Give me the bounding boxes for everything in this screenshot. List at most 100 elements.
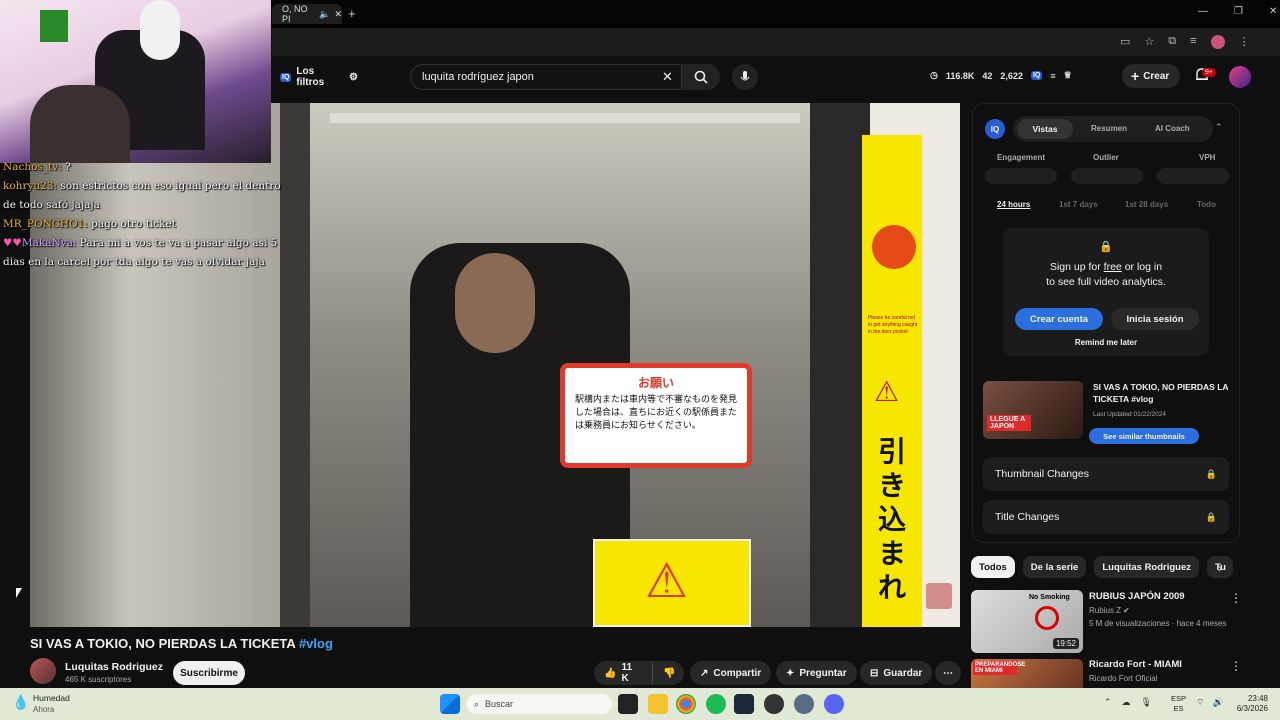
tab-ai-coach[interactable]: AI Coach (1155, 124, 1190, 133)
tray-icons: ⌔ 🔊 (1196, 697, 1224, 708)
video-hashtag[interactable]: #vlog (299, 636, 333, 651)
cast-icon[interactable]: ▭ (1120, 35, 1130, 49)
rec-channel[interactable]: Rubius Z (1089, 606, 1121, 615)
task-view-icon[interactable] (618, 694, 638, 714)
search-button[interactable] (682, 64, 720, 90)
clock-time: 23:48 (1247, 694, 1268, 703)
signup-card: 🔒 Sign up for free or log in to see full… (1003, 228, 1209, 356)
door-frame (280, 103, 310, 627)
save-button[interactable]: ⊟ Guardar (860, 661, 933, 685)
new-tab-icon[interactable]: + (348, 6, 356, 21)
menu-icon[interactable]: ⋮ (1239, 35, 1250, 49)
metric-vph: VPH (1199, 153, 1216, 162)
reading-list-icon[interactable]: ≡ (1190, 35, 1196, 49)
language-indicator[interactable]: ESP ES (1171, 694, 1186, 714)
thumbs-down-icon: 👎 (663, 667, 676, 679)
channel-watermark[interactable] (926, 583, 952, 609)
trophy-icon[interactable]: ♕ (1064, 70, 1072, 81)
clear-search-icon[interactable]: ✕ (662, 69, 673, 85)
search-input[interactable]: luquita rodríguez japon (410, 64, 682, 90)
chevron-right-icon[interactable]: › (1218, 561, 1222, 575)
more-actions-button[interactable]: ⋯ (935, 661, 961, 685)
search-icon: ⌕ (474, 698, 480, 709)
browser-tab[interactable]: O, NO PI 🔈 ✕ (272, 4, 342, 24)
similar-thumbnails-button[interactable]: See similar thumbnails (1089, 428, 1199, 444)
metric-value-blurred (1157, 168, 1229, 184)
bookmark-star-icon[interactable]: ☆ (1144, 35, 1154, 49)
rec-thumbnail[interactable]: PREPARANDOSE EN MIAMI (971, 659, 1083, 688)
tab-close-icon[interactable]: ✕ (334, 9, 342, 20)
yellow-japanese-text: 引き込まれ (878, 436, 907, 603)
list-icon[interactable]: ≡ (1050, 71, 1055, 81)
channel-avatar[interactable] (30, 658, 56, 684)
like-count: 11 K (621, 662, 633, 684)
extensions-icon[interactable]: ⧉ (1168, 35, 1176, 49)
minimize-icon[interactable]: — (1198, 6, 1208, 17)
thumbnail-preview[interactable]: LLEGUE A JAPON (983, 381, 1083, 439)
rec-channel[interactable]: Ricardo Fort Oficial (1089, 674, 1157, 683)
tab-vistas[interactable]: Vistas (1017, 119, 1073, 139)
profile-icon[interactable] (1210, 35, 1225, 49)
steam-icon[interactable] (734, 694, 754, 714)
windows-start-icon[interactable] (440, 694, 460, 714)
ask-button[interactable]: ✦ Preguntar (776, 661, 857, 685)
taskbar-search[interactable]: ⌕ Buscar (466, 694, 612, 714)
share-button[interactable]: ↗ Compartir (690, 661, 772, 685)
tab-resumen[interactable]: Resumen (1091, 124, 1127, 133)
maximize-icon[interactable]: ❐ (1234, 6, 1243, 17)
obs-icon[interactable] (764, 694, 784, 714)
verified-icon: ✔ (1123, 606, 1130, 615)
voice-search-button[interactable] (732, 64, 758, 90)
filters-button[interactable]: IQ Los filtros ⚙ (272, 66, 358, 88)
settings-gear-icon[interactable] (794, 694, 814, 714)
rec-thumbnail[interactable]: No Smoking 19:52 (971, 590, 1083, 653)
subscribe-button[interactable]: Suscribirme (173, 661, 245, 685)
range-24h[interactable]: 24 hours (997, 200, 1030, 209)
mic-tray-icon[interactable]: 🎙 (1141, 697, 1152, 708)
stat-likes: 42 (982, 70, 993, 81)
discord-icon[interactable] (824, 694, 844, 714)
chrome-icon[interactable] (676, 694, 696, 714)
file-explorer-icon[interactable] (648, 694, 668, 714)
cloud-icon[interactable]: ☁ (1122, 697, 1131, 708)
user-avatar[interactable] (1229, 66, 1251, 88)
create-button[interactable]: + Crear (1122, 64, 1180, 88)
thumbnail-changes-row[interactable]: Thumbnail Changes 🔒 (983, 457, 1229, 491)
channel-name[interactable]: Luquitas Rodriguez (65, 661, 163, 673)
title-changes-row[interactable]: Title Changes 🔒 (983, 500, 1229, 534)
clock[interactable]: 23:48 6/3/2026 (1230, 694, 1268, 714)
range-all[interactable]: Todo (1197, 200, 1216, 209)
weather-title[interactable]: Humedad (33, 693, 70, 703)
spotify-icon[interactable] (706, 694, 726, 714)
wifi-icon[interactable]: ⌔ (1196, 697, 1204, 708)
chip-todos[interactable]: Todos (971, 556, 1015, 578)
metric-value-blurred (1071, 168, 1143, 184)
chip-luquitas[interactable]: Luquitas Rodriguez (1094, 556, 1200, 578)
close-window-icon[interactable]: ✕ (1269, 6, 1277, 17)
remind-later-link[interactable]: Remind me later (1003, 338, 1209, 347)
weather-icon[interactable]: 💧 (12, 694, 29, 711)
create-label: Crear (1143, 70, 1170, 82)
crear-cuenta-button[interactable]: Crear cuenta (1015, 308, 1103, 330)
range-7d[interactable]: 1st 7 days (1059, 200, 1098, 209)
like-button[interactable]: 👍 11 K (594, 661, 652, 685)
dislike-button[interactable]: 👎 (652, 661, 684, 685)
rec-title[interactable]: Ricardo Fort - MIAMI (1089, 659, 1182, 670)
chat-message: Nachos_tv: ? (3, 158, 283, 177)
sparkle-icon: ✦ (786, 667, 795, 679)
signup-free-link[interactable]: free (1104, 261, 1122, 273)
rec-menu-icon[interactable]: ⋮ (1230, 591, 1242, 605)
rec-menu-icon[interactable]: ⋮ (1230, 659, 1242, 673)
chevron-up-icon[interactable]: ⌃ (1104, 697, 1112, 708)
video-title: SI VAS A TOKIO, NO PIERDAS LA TICKETA #v… (30, 636, 333, 651)
collapse-icon[interactable]: ⌃ (1215, 122, 1223, 133)
vidiq-badge-icon[interactable]: IQ (1030, 71, 1043, 80)
chip-de-la-serie[interactable]: De la serie (1022, 556, 1087, 578)
tab-title: O, NO PI (282, 4, 308, 24)
range-28d[interactable]: 1st 28 days (1125, 200, 1168, 209)
volume-icon[interactable]: 🔊 (1212, 697, 1223, 708)
thumbs-up-icon: 👍 (604, 667, 617, 679)
inicia-sesion-button[interactable]: Inicia sesión (1111, 308, 1199, 330)
audio-icon[interactable]: 🔈 (319, 9, 330, 20)
rec-title[interactable]: RUBIUS JAPÓN 2009 (1089, 591, 1185, 602)
